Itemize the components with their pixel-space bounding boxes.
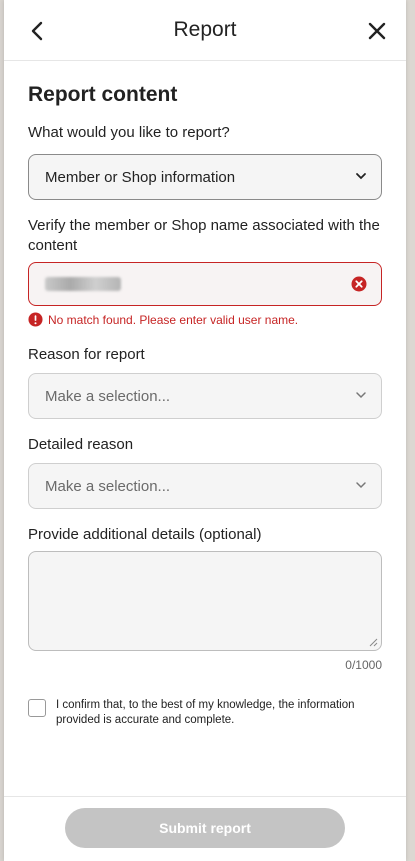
reason-label: Reason for report xyxy=(28,346,145,363)
reason-placeholder: Make a selection... xyxy=(45,387,171,405)
section-title: Report content xyxy=(28,83,178,106)
dialog-footer: Submit report xyxy=(4,796,406,861)
details-label: Provide additional details (optional) xyxy=(28,526,262,543)
close-icon xyxy=(368,22,386,40)
submit-button[interactable]: Submit report xyxy=(65,808,345,848)
report-type-label: What would you like to report? xyxy=(28,124,230,141)
resize-handle-icon[interactable] xyxy=(369,638,378,647)
report-dialog: Report Report content What would you lik… xyxy=(4,0,406,861)
report-type-value: Member or Shop information xyxy=(45,168,236,186)
username-input[interactable] xyxy=(28,262,382,306)
close-button[interactable] xyxy=(360,14,394,48)
detailed-reason-select[interactable]: Make a selection... xyxy=(28,463,382,509)
redacted-username xyxy=(45,277,121,291)
report-type-select[interactable]: Member or Shop information xyxy=(28,154,382,200)
background-page-right xyxy=(405,0,415,861)
verify-label: Verify the member or Shop name associate… xyxy=(28,217,380,254)
detailed-reason-label: Detailed reason xyxy=(28,436,134,453)
dialog-header: Report xyxy=(4,0,406,61)
confirm-checkbox[interactable] xyxy=(28,699,46,717)
error-message: No match found. Please enter valid user … xyxy=(28,312,382,327)
error-icon xyxy=(28,312,43,327)
chevron-down-icon xyxy=(356,482,366,489)
details-textarea[interactable] xyxy=(28,551,382,651)
character-counter: 0/1000 xyxy=(345,658,382,672)
chevron-down-icon xyxy=(356,392,366,399)
error-text: No match found. Please enter valid user … xyxy=(48,312,299,327)
chevron-down-icon xyxy=(356,173,366,180)
clear-circle-icon[interactable] xyxy=(351,276,367,292)
confirm-row: I confirm that, to the best of my knowle… xyxy=(28,698,382,728)
confirm-text: I confirm that, to the best of my knowle… xyxy=(56,699,355,726)
reason-select[interactable]: Make a selection... xyxy=(28,373,382,419)
dialog-title: Report xyxy=(173,18,237,41)
form-body: Report content What would you like to re… xyxy=(4,83,406,728)
detailed-reason-placeholder: Make a selection... xyxy=(45,477,171,495)
